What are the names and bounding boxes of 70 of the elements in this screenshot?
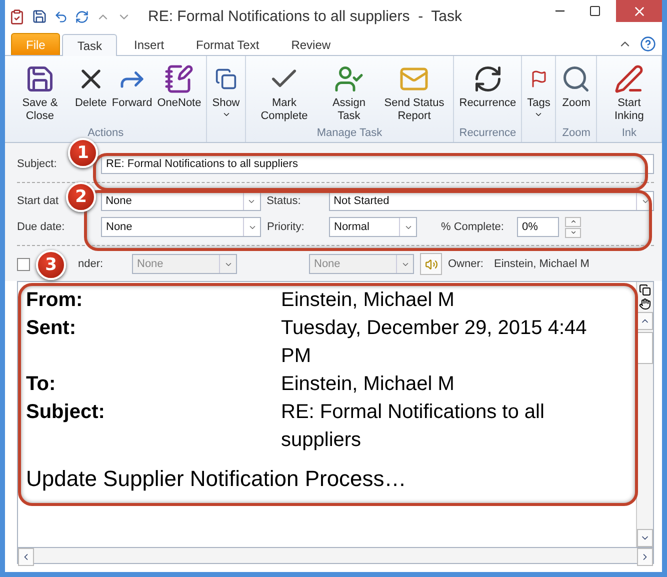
- speaker-icon: [424, 258, 438, 270]
- ribbon-tab[interactable]: Format Text: [181, 33, 274, 55]
- ribbon-button[interactable]: Forward: [110, 59, 154, 127]
- ribbon-button[interactable]: Recurrence: [457, 59, 518, 127]
- header-label: Subject:: [26, 400, 106, 425]
- flag-icon: [530, 70, 548, 88]
- group-label: Ink: [620, 127, 638, 141]
- header-value: Einstein, Michael M: [281, 372, 456, 397]
- caret-icon: [222, 110, 230, 119]
- pen-icon: [614, 64, 644, 94]
- ribbon-button[interactable]: Save & Close: [8, 59, 72, 127]
- close-button[interactable]: [616, 0, 662, 22]
- sound-button[interactable]: [420, 253, 442, 275]
- hand-icon[interactable]: [639, 298, 651, 310]
- scroll-up-button[interactable]: [637, 312, 653, 330]
- header-value: Tuesday, December 29, 2015 4:44 PM: [281, 316, 588, 369]
- start-date-label: Start dat: [17, 195, 59, 207]
- message-body: Update Supplier Notification Process…: [26, 466, 408, 492]
- owner-name: Einstein, Michael M: [494, 258, 590, 270]
- group-label: Actions: [86, 127, 125, 141]
- window-title: RE: Formal Notifications to all suppliers - Task: [148, 8, 463, 25]
- ribbon-button[interactable]: OneNote: [155, 59, 204, 127]
- complete-label: % Complete:: [441, 221, 505, 233]
- header-label: To:: [26, 372, 57, 397]
- group-label: Manage Task: [316, 127, 384, 141]
- save-icon[interactable]: [32, 9, 47, 24]
- maximize-icon: [589, 5, 601, 17]
- start-date-dropdown[interactable]: None: [100, 191, 261, 211]
- subject-field[interactable]: RE: Formal Notifications to all suppliers: [101, 154, 654, 174]
- status-label: Status:: [266, 195, 302, 207]
- spin-down-button[interactable]: [565, 228, 581, 238]
- caret-icon: [534, 110, 544, 119]
- ribbon-button[interactable]: Delete: [72, 59, 109, 127]
- undo-icon[interactable]: [54, 10, 68, 24]
- priority-dropdown[interactable]: Normal: [329, 217, 417, 237]
- reminder-checkbox[interactable]: [17, 258, 30, 270]
- header-label: From:: [26, 288, 84, 313]
- owner-label: Owner:: [448, 258, 484, 270]
- task-icon: [9, 8, 25, 24]
- reminder-label: nder:: [78, 258, 104, 270]
- ribbon-tab[interactable]: Task: [62, 34, 118, 56]
- pages-icon[interactable]: [639, 284, 651, 296]
- group-label: Recurrence: [458, 127, 518, 141]
- notebook-icon: [164, 64, 194, 94]
- percent-complete-field[interactable]: 0%: [517, 217, 559, 237]
- recurrence-icon: [472, 64, 503, 94]
- magnifier-icon: [561, 64, 592, 94]
- ribbon-tab[interactable]: Insert: [119, 33, 180, 55]
- ribbon-button[interactable]: Zoom: [559, 59, 594, 127]
- scroll-thumb[interactable]: [637, 332, 653, 364]
- ribbon-button[interactable]: Assign Task: [320, 59, 378, 127]
- group-label: Zoom: [561, 127, 592, 141]
- redo-icon[interactable]: [75, 10, 89, 24]
- spin-up-button[interactable]: [565, 216, 581, 226]
- header-label: Sent:: [26, 316, 77, 341]
- due-date-dropdown[interactable]: None: [101, 217, 261, 237]
- ribbon-button[interactable]: Mark Complete: [248, 59, 320, 127]
- person-icon: [334, 64, 364, 94]
- ribbon-button[interactable]: Start Inking: [600, 59, 658, 127]
- priority-label: Priority:: [267, 221, 306, 233]
- header-value: Einstein, Michael M: [281, 288, 456, 313]
- help-icon[interactable]: [640, 36, 656, 52]
- due-date-label: Due date:: [17, 221, 66, 233]
- ribbon-button[interactable]: Tags: [525, 59, 552, 127]
- ribbon-tab[interactable]: Review: [276, 33, 346, 55]
- header-value: RE: Formal Notifications to all suppliers: [281, 400, 546, 453]
- subject-label: Subject:: [17, 158, 58, 170]
- ribbon-button[interactable]: Show: [210, 59, 242, 127]
- pages-icon: [215, 68, 237, 90]
- ribbon-button[interactable]: Send Status Report: [378, 59, 450, 127]
